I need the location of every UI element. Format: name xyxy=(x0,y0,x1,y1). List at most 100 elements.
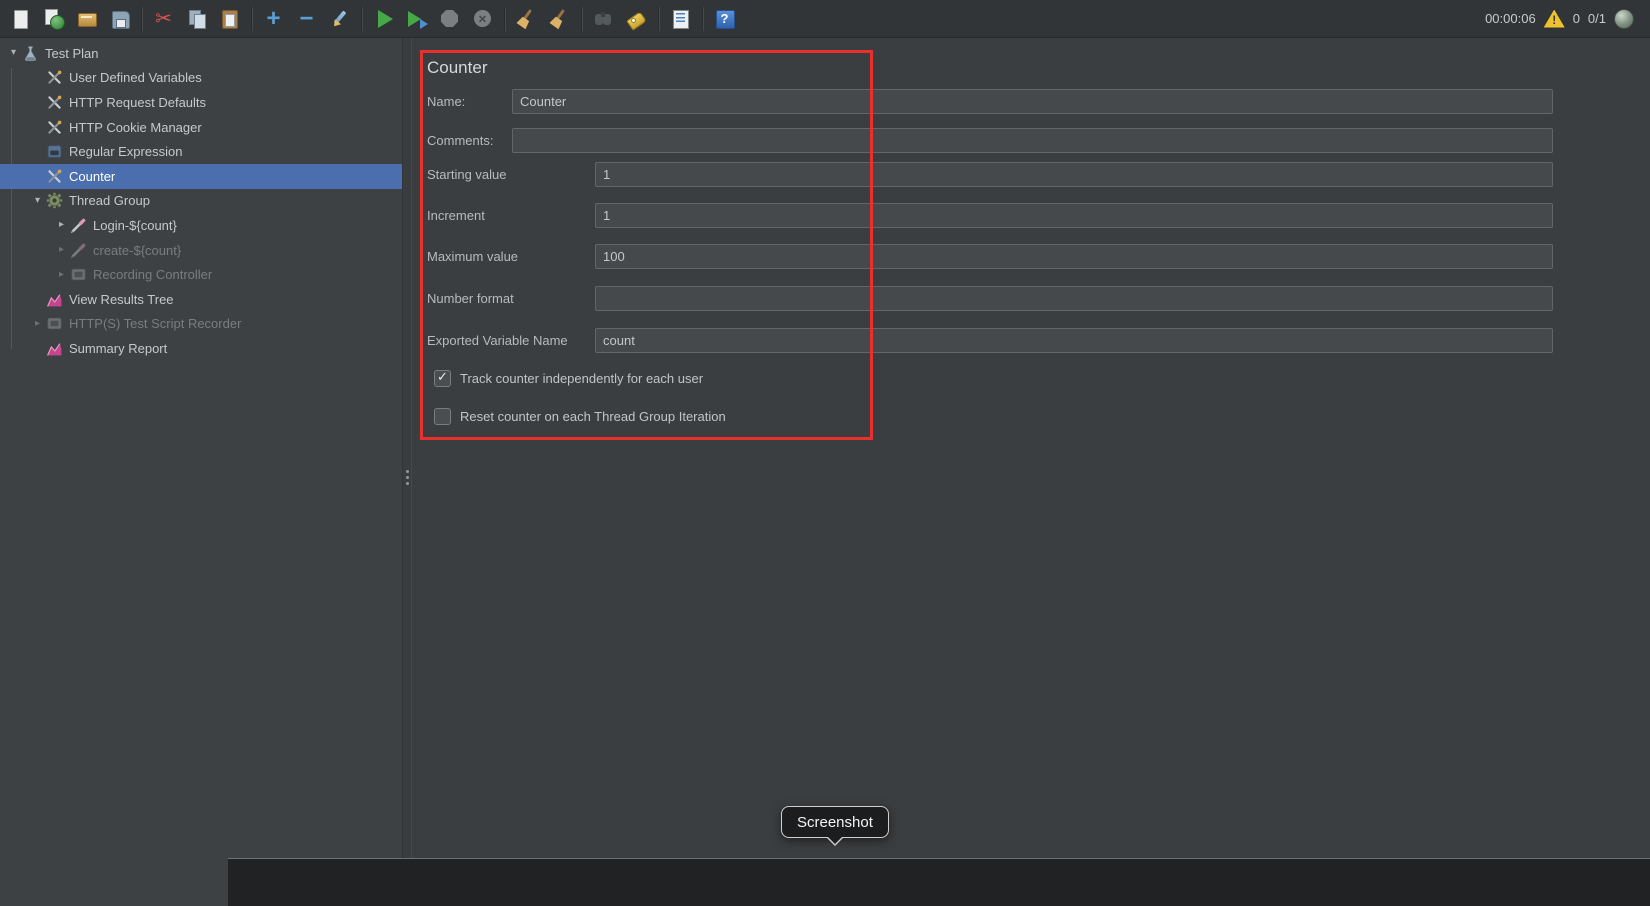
search-button[interactable] xyxy=(587,4,620,34)
clear-button[interactable] xyxy=(510,4,543,34)
shutdown-button[interactable] xyxy=(466,4,499,34)
toolbar-status: 00:00:06 0 0/1 xyxy=(1485,9,1646,29)
toolbar-separator xyxy=(702,7,703,31)
exported-variable-input[interactable] xyxy=(595,328,1553,353)
expander-icon[interactable]: ▾ xyxy=(29,196,46,206)
bottom-window-edge xyxy=(228,858,1650,906)
copy-icon xyxy=(185,7,209,31)
expander-icon[interactable]: ▾ xyxy=(5,48,22,58)
comments-input[interactable] xyxy=(512,128,1553,153)
tree-item-label: HTTP(S) Test Script Recorder xyxy=(69,316,241,331)
tree-item-label: Login-${count} xyxy=(93,218,177,233)
content-area: ▾ Test Plan User Defined Variables HTTP … xyxy=(0,38,1650,906)
tree-item-label: Thread Group xyxy=(69,193,150,208)
expander-icon[interactable]: ▸ xyxy=(53,220,70,230)
starting-value-input[interactable] xyxy=(595,162,1553,187)
maximum-value-label: Maximum value xyxy=(427,244,518,269)
maximum-value-input[interactable] xyxy=(595,244,1553,269)
error-count: 0 xyxy=(1573,11,1580,26)
starting-value-row: Starting value xyxy=(427,162,1553,187)
clear-all-button[interactable] xyxy=(543,4,576,34)
increment-input[interactable] xyxy=(595,203,1553,228)
expander-icon[interactable]: ▸ xyxy=(29,319,46,329)
function-helper-icon xyxy=(669,7,693,31)
clear-broom-icon xyxy=(515,7,539,31)
splitter-handle-icon[interactable] xyxy=(406,470,409,473)
number-format-input[interactable] xyxy=(595,286,1553,311)
tree-item-label: HTTP Cookie Manager xyxy=(69,120,202,135)
function-helper-button[interactable] xyxy=(664,4,697,34)
toggle-button[interactable] xyxy=(323,4,356,34)
save-button[interactable] xyxy=(103,4,136,34)
warning-triangle-icon[interactable] xyxy=(1544,10,1565,28)
test-plan-tree: ▾ Test Plan User Defined Variables HTTP … xyxy=(0,38,402,906)
tree-item-http-request-defaults[interactable]: HTTP Request Defaults xyxy=(0,90,402,115)
tree-item-user-defined-variables[interactable]: User Defined Variables xyxy=(0,66,402,91)
templates-button[interactable] xyxy=(37,4,70,34)
reset-counter-label: Reset counter on each Thread Group Itera… xyxy=(460,409,726,424)
increment-label: Increment xyxy=(427,203,485,228)
stop-button[interactable] xyxy=(433,4,466,34)
tree-item-summary-report[interactable]: Summary Report xyxy=(0,336,402,361)
collapse-all-button[interactable] xyxy=(290,4,323,34)
start-play-icon xyxy=(372,7,396,31)
expander-icon[interactable]: ▸ xyxy=(53,245,70,255)
tree-item-counter[interactable]: Counter xyxy=(0,164,402,189)
panel-splitter[interactable] xyxy=(402,38,412,906)
increment-row: Increment xyxy=(427,203,1553,228)
new-file-button[interactable] xyxy=(4,4,37,34)
reset-counter-checkbox[interactable] xyxy=(434,408,451,425)
toolbar-separator xyxy=(658,7,659,31)
thread-group-gear-icon xyxy=(46,192,63,209)
tree-item-http-cookie-manager[interactable]: HTTP Cookie Manager xyxy=(0,115,402,140)
save-icon xyxy=(108,7,132,31)
panel-title: Counter xyxy=(427,58,487,78)
tree-item-http-test-script-recorder[interactable]: ▸ HTTP(S) Test Script Recorder xyxy=(0,312,402,337)
tree-item-label: Counter xyxy=(69,169,115,184)
paste-clipboard-icon xyxy=(218,7,242,31)
tree-item-view-results-tree[interactable]: View Results Tree xyxy=(0,287,402,312)
copy-button[interactable] xyxy=(180,4,213,34)
tree-item-thread-group[interactable]: ▾ Thread Group xyxy=(0,189,402,214)
tree-item-regular-expression[interactable]: Regular Expression xyxy=(0,139,402,164)
tree-item-label: create-${count} xyxy=(93,243,181,258)
jmeter-window: 00:00:06 0 0/1 ▾ Test Plan User Defined … xyxy=(0,0,1650,906)
config-wrench-icon xyxy=(46,69,63,86)
open-button[interactable] xyxy=(70,4,103,34)
expand-all-button[interactable] xyxy=(257,4,290,34)
config-wrench-icon xyxy=(46,94,63,111)
tree-item-recording-controller[interactable]: ▸ Recording Controller xyxy=(0,262,402,287)
help-button[interactable] xyxy=(708,4,741,34)
starting-value-label: Starting value xyxy=(427,162,507,187)
tree-item-label: HTTP Request Defaults xyxy=(69,95,206,110)
screenshot-tooltip: Screenshot xyxy=(781,806,889,838)
sampler-pipette-icon xyxy=(70,242,87,259)
sampler-pipette-icon xyxy=(70,217,87,234)
start-no-pauses-button[interactable] xyxy=(400,4,433,34)
listener-chart-icon xyxy=(46,340,63,357)
start-button[interactable] xyxy=(367,4,400,34)
expander-icon[interactable]: ▸ xyxy=(53,270,70,280)
tree-item-login[interactable]: ▸ Login-${count} xyxy=(0,213,402,238)
tree-item-create[interactable]: ▸ create-${count} xyxy=(0,238,402,263)
name-input[interactable] xyxy=(512,89,1553,114)
paste-button[interactable] xyxy=(213,4,246,34)
recorder-icon xyxy=(46,315,63,332)
clear-all-broom-icon xyxy=(548,7,572,31)
comments-row: Comments: xyxy=(427,128,1553,153)
start-no-pauses-icon xyxy=(405,7,429,31)
new-file-icon xyxy=(9,7,33,31)
track-counter-checkbox[interactable] xyxy=(434,370,451,387)
reset-counter-row: Reset counter on each Thread Group Itera… xyxy=(434,407,726,425)
tree-item-label: View Results Tree xyxy=(69,292,174,307)
cut-button[interactable] xyxy=(147,4,180,34)
toolbar-separator xyxy=(504,7,505,31)
help-icon xyxy=(713,7,737,31)
search-binoculars-icon xyxy=(592,7,616,31)
tree-item-label: Recording Controller xyxy=(93,267,212,282)
name-row: Name: xyxy=(427,89,1553,114)
exported-variable-row: Exported Variable Name xyxy=(427,328,1553,353)
plus-icon xyxy=(262,7,286,31)
tree-item-test-plan[interactable]: ▾ Test Plan xyxy=(0,41,402,66)
search-reset-button[interactable] xyxy=(620,4,653,34)
